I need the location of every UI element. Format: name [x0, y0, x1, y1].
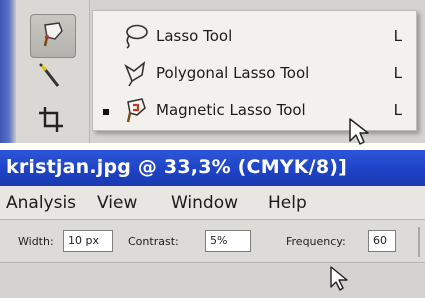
- menu-window[interactable]: Window: [171, 193, 238, 213]
- mouse-pointer-icon: [348, 117, 372, 147]
- menu-view[interactable]: View: [97, 193, 137, 213]
- screenshot-page: Lasso Tool L Polygonal Lasso Tool L Magn…: [0, 0, 425, 298]
- crop-tool-button[interactable]: [28, 102, 74, 140]
- toolbox: [16, 0, 90, 143]
- lasso-tool-button[interactable]: [30, 14, 76, 58]
- magic-wand-tool-button[interactable]: [28, 60, 74, 98]
- width-field[interactable]: 10 px: [63, 230, 113, 252]
- menu-bar: Analysis View Window Help: [0, 186, 425, 220]
- tool-options-bar: Width: 10 px Contrast: 5% Frequency: 60: [0, 221, 425, 263]
- lasso-tool-icon: [39, 19, 67, 53]
- flyout-item-polygonal-lasso-tool[interactable]: Polygonal Lasso Tool L: [93, 55, 416, 91]
- flyout-item-shortcut: L: [393, 101, 402, 119]
- workspace-background: [0, 264, 425, 298]
- flyout-item-shortcut: L: [393, 64, 402, 82]
- document-title-bar[interactable]: kristjan.jpg @ 33,3% (CMYK/8)]: [0, 150, 425, 186]
- width-label: Width:: [18, 235, 54, 248]
- polygonal-lasso-icon: [120, 59, 150, 87]
- flyout-item-label: Lasso Tool: [156, 27, 233, 45]
- window-edge: [0, 0, 16, 143]
- flyout-item-shortcut: L: [393, 27, 402, 45]
- frequency-field[interactable]: 60: [368, 230, 396, 252]
- crop-icon: [37, 104, 65, 138]
- tools-panel-area: Lasso Tool L Polygonal Lasso Tool L Magn…: [0, 0, 425, 145]
- magnetic-lasso-icon: [120, 96, 150, 124]
- lasso-tool-flyout-menu: Lasso Tool L Polygonal Lasso Tool L Magn…: [92, 10, 417, 131]
- contrast-label: Contrast:: [128, 235, 179, 248]
- menu-help[interactable]: Help: [268, 193, 307, 213]
- document-title: kristjan.jpg @ 33,3% (CMYK/8)]: [6, 156, 348, 178]
- mouse-pointer-icon: [329, 265, 351, 293]
- flyout-item-label: Magnetic Lasso Tool: [156, 101, 306, 119]
- menu-analysis[interactable]: Analysis: [6, 193, 76, 213]
- flyout-item-lasso-tool[interactable]: Lasso Tool L: [93, 18, 416, 54]
- lasso-icon: [120, 22, 150, 50]
- frequency-label: Frequency:: [286, 235, 346, 248]
- flyout-item-label: Polygonal Lasso Tool: [156, 64, 310, 82]
- contrast-field[interactable]: 5%: [205, 230, 251, 252]
- selected-bullet-icon: [103, 109, 109, 115]
- options-divider: [418, 227, 420, 257]
- document-window-area: kristjan.jpg @ 33,3% (CMYK/8)] Analysis …: [0, 150, 425, 298]
- magic-wand-icon: [37, 62, 65, 96]
